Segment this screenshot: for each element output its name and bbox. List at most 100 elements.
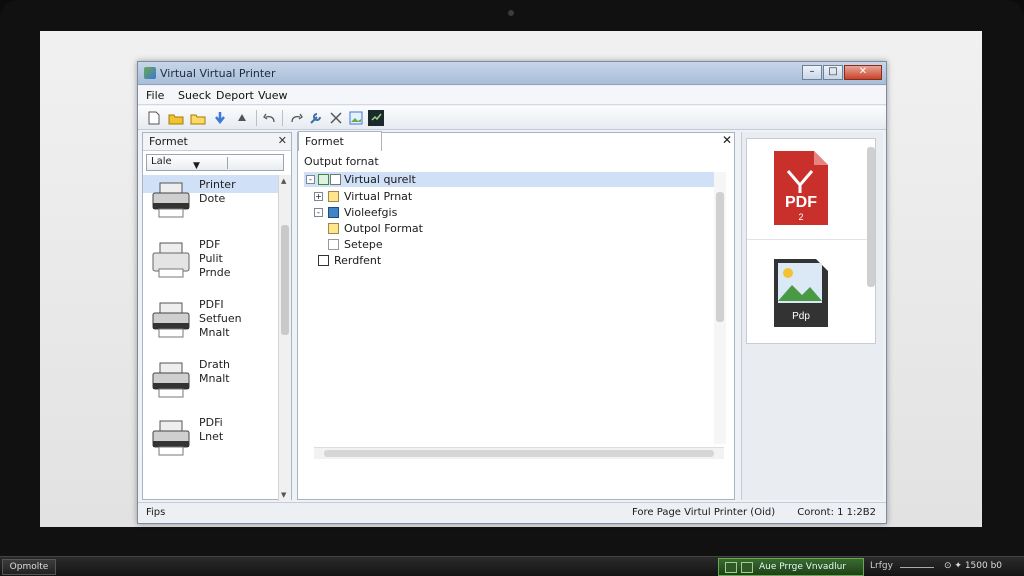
- printer-name-line: PDF: [199, 238, 221, 251]
- tree-scrollbar[interactable]: [714, 172, 726, 444]
- menu-file[interactable]: File: [146, 89, 164, 102]
- clock[interactable]: ⊙ ✦ 1500 b0: [944, 561, 1002, 571]
- format-panel-title: Formet: [149, 135, 188, 148]
- tree-item-label: Rerdfent: [334, 254, 382, 267]
- printer-icon: [152, 182, 190, 218]
- start-button[interactable]: Opmolte: [2, 559, 56, 575]
- printer-name-line: Mnalt: [199, 372, 230, 385]
- output-format-panel: Formet ✕ Output fornat - Virtual qurelt …: [297, 131, 735, 500]
- printer-icon: [152, 420, 190, 456]
- pdf-file-label: PDF: [785, 194, 817, 211]
- list-item[interactable]: PDFi Lnet: [143, 413, 279, 469]
- output-format-label: Output fornat: [304, 155, 379, 168]
- preview-divider: [747, 239, 875, 240]
- printer-name-line: Lnet: [199, 430, 224, 443]
- printer-name-line: Pulit: [199, 252, 223, 265]
- tree-item-label: Virtual qurelt: [344, 173, 416, 186]
- app-tray-icon: [725, 562, 737, 573]
- scroll-up-icon[interactable]: ▲: [281, 177, 286, 185]
- scissors-icon[interactable]: [328, 110, 344, 126]
- menu-bar: File Sueck Deport Vuew: [138, 86, 886, 105]
- webcam-dot: [508, 10, 514, 16]
- toolbar-separator: [282, 110, 283, 126]
- format-combo[interactable]: Lale ▼: [146, 154, 284, 171]
- clock-time: 1500 b0: [964, 561, 1003, 571]
- collapse-icon[interactable]: -: [306, 175, 315, 184]
- printer-name-line: PDFI: [199, 298, 224, 311]
- pdf-file-sublabel: 2: [798, 212, 803, 222]
- status-counter-text: Coront: 1 1:2B2: [797, 507, 876, 518]
- tray-slider[interactable]: [900, 567, 934, 568]
- blank-node-icon: [328, 239, 339, 250]
- tree-item-label: Virtual Prnat: [344, 190, 413, 203]
- pdf-file-icon[interactable]: PDF 2: [772, 149, 830, 227]
- arrow-down-icon[interactable]: [212, 110, 228, 126]
- toolbar-separator: [256, 110, 257, 126]
- menu-deport[interactable]: Deport: [216, 89, 254, 102]
- app-window: Virtual Virtual Printer – □ ✕ File Sueck…: [137, 61, 887, 524]
- app-tray-icon: [741, 562, 753, 573]
- close-button[interactable]: ✕: [844, 65, 882, 80]
- title-bar[interactable]: Virtual Virtual Printer – □ ✕: [138, 62, 886, 85]
- tree-item-label: Violeefgis: [344, 206, 398, 219]
- format-panel: Formet ✕ Lale ▼ Printer Dote PDF Pulit P…: [142, 132, 292, 501]
- scroll-down-icon[interactable]: ▼: [281, 491, 286, 499]
- folder-icon: [328, 191, 339, 202]
- image-icon[interactable]: [348, 110, 364, 126]
- open-folder-icon[interactable]: [168, 110, 184, 126]
- toolbar: [138, 106, 886, 130]
- tree-item-label: Setepe: [344, 238, 383, 251]
- combo-divider: [227, 157, 228, 169]
- printer-name-line: Prnde: [199, 266, 231, 279]
- preview-scroll-thumb[interactable]: [867, 147, 875, 287]
- close-icon[interactable]: ✕: [722, 133, 732, 147]
- printer-list: Printer Dote PDF Pulit Prnde PDFI Setfue…: [143, 175, 279, 501]
- window-title: Virtual Virtual Printer: [160, 67, 276, 80]
- taskbar-app-button[interactable]: Aue Prrge Vnvadlur: [718, 558, 864, 576]
- folder-icon[interactable]: [190, 110, 206, 126]
- printer-name-line: PDFi: [199, 416, 223, 429]
- menu-search[interactable]: Sueck: [178, 89, 211, 102]
- list-item[interactable]: Drath Mnalt: [143, 355, 279, 411]
- printer-list-scrollbar[interactable]: ▲ ▼: [278, 175, 291, 501]
- list-item[interactable]: Printer Dote: [143, 175, 279, 231]
- chevron-down-icon[interactable]: ▼: [193, 161, 200, 171]
- scroll-thumb[interactable]: [281, 225, 289, 335]
- wrench-icon[interactable]: [308, 110, 324, 126]
- image-file-label: Pdp: [792, 311, 810, 322]
- blue-node-icon: [328, 207, 339, 218]
- tree-horizontal-scrollbar[interactable]: [314, 447, 724, 459]
- printer-name-line: Mnalt: [199, 326, 230, 339]
- menu-view[interactable]: Vuew: [258, 89, 288, 102]
- list-item[interactable]: PDF Pulit Prnde: [143, 235, 279, 291]
- printer-name-line: Printer: [199, 178, 236, 191]
- taskbar-app-label: Aue Prrge Vnvadlur: [759, 562, 847, 572]
- printer-name-line: Setfuen: [199, 312, 242, 325]
- tab-format[interactable]: Formet: [298, 131, 382, 151]
- close-icon[interactable]: ✕: [278, 134, 287, 147]
- printer-name-line: Dote: [199, 192, 226, 205]
- status-app-text: Fore Page Virtul Printer (Oid): [632, 507, 776, 518]
- tray-icons: ⊙ ✦: [944, 561, 962, 571]
- status-bar: Fips Fore Page Virtul Printer (Oid) Coro…: [138, 502, 886, 522]
- expand-icon[interactable]: +: [314, 192, 323, 201]
- redo-icon[interactable]: [288, 110, 304, 126]
- undo-icon[interactable]: [262, 110, 278, 126]
- arrow-up-icon[interactable]: [234, 110, 250, 126]
- collapse-icon[interactable]: -: [314, 208, 323, 217]
- scroll-thumb[interactable]: [716, 192, 724, 322]
- tree-item[interactable]: - Virtual qurelt: [304, 172, 714, 187]
- tray-label[interactable]: Lrfgy: [870, 561, 893, 571]
- image-file-icon[interactable]: Pdp: [772, 257, 830, 329]
- taskbar: Opmolte Aue Prrge Vnvadlur Lrfgy ⊙ ✦ 150…: [0, 556, 1024, 576]
- list-item[interactable]: PDFI Setfuen Mnalt: [143, 295, 279, 351]
- maximize-button[interactable]: □: [823, 65, 843, 80]
- printer-icon: [152, 242, 190, 278]
- format-combo-value: Lale: [151, 156, 172, 167]
- new-file-icon[interactable]: [146, 110, 162, 126]
- document-node-icon: [330, 174, 341, 185]
- format-tree: - Virtual qurelt + Virtual Prnat - Viole…: [304, 172, 714, 442]
- scroll-thumb[interactable]: [324, 450, 714, 457]
- minimize-button[interactable]: –: [802, 65, 822, 80]
- console-icon[interactable]: [368, 110, 384, 126]
